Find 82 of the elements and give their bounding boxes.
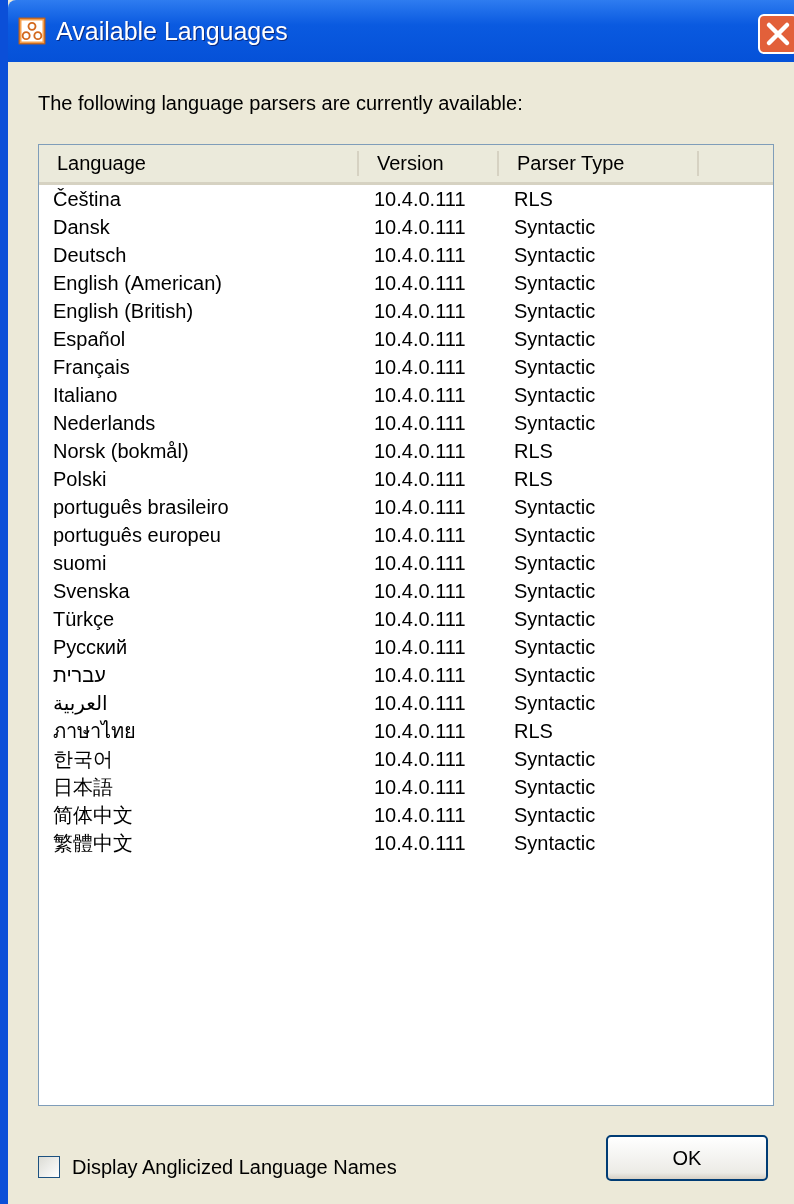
table-cell-text: Syntactic: [513, 383, 597, 407]
table-cell-text: Syntactic: [513, 327, 597, 351]
table-cell-text: 10.4.0.111: [373, 579, 467, 603]
table-cell-text: 10.4.0.111: [373, 299, 467, 323]
checkbox[interactable]: [38, 1156, 60, 1178]
table-cell-text: Norsk (bokmål): [52, 439, 190, 463]
table-cell-text: RLS: [513, 439, 554, 463]
table-cell-text: 10.4.0.111: [373, 383, 467, 407]
table-cell-text: 10.4.0.111: [373, 719, 467, 743]
table-cell-text: 10.4.0.111: [373, 747, 467, 771]
table-cell-text: Syntactic: [513, 691, 597, 715]
table-cell-text: suomi: [52, 551, 108, 575]
table-cell-text: Čeština: [52, 187, 122, 211]
table-cell-text: 10.4.0.111: [373, 803, 467, 827]
table-cell-text: Syntactic: [513, 831, 597, 855]
table-cell-text: 10.4.0.111: [373, 439, 467, 463]
table-cell-text: RLS: [513, 187, 554, 211]
table-cell-text: Syntactic: [513, 635, 597, 659]
table-cell-text: 10.4.0.111: [373, 271, 467, 295]
table-cell-text: 10.4.0.111: [373, 327, 467, 351]
table-cell-text: 日本語: [52, 774, 114, 800]
intro-text: The following language parsers are currently available:: [38, 92, 524, 116]
table-cell-text: Syntactic: [513, 523, 597, 547]
table-cell-text: Syntactic: [513, 411, 597, 435]
table-cell-text: Syntactic: [513, 775, 597, 799]
table-cell-text: Dansk: [52, 215, 111, 239]
table-cell-text: 10.4.0.111: [373, 187, 467, 211]
table-cell-text: 한국어: [52, 746, 114, 772]
table-cell-text: Syntactic: [513, 355, 597, 379]
checkbox-label[interactable]: Display Anglicized Language Names: [72, 1155, 397, 1179]
table-cell-text: Español: [52, 327, 127, 351]
table-cell-text: 10.4.0.111: [373, 635, 467, 659]
table-cell-text: العربية: [52, 691, 109, 715]
table-cell-text: Syntactic: [513, 243, 597, 267]
table-cell-text: English (British): [52, 299, 195, 323]
table-cell-text: Italiano: [52, 383, 119, 407]
table-cell-text: 10.4.0.111: [373, 411, 467, 435]
table-cell-text: Polski: [52, 467, 108, 491]
table-cell-text: 10.4.0.111: [373, 775, 467, 799]
table-cell-text: Syntactic: [513, 271, 597, 295]
app-icon: [18, 17, 46, 45]
table-cell-text: português europeu: [52, 523, 222, 547]
table-cell-text: ภาษาไทย: [52, 719, 137, 744]
table-cell-text: Syntactic: [513, 551, 597, 575]
column-header[interactable]: Language: [39, 151, 359, 176]
table-cell-text: português brasileiro: [52, 495, 230, 519]
table-cell-text: Svenska: [52, 579, 131, 603]
table-cell-text: Türkçe: [52, 607, 116, 631]
table-cell-text: Русский: [52, 635, 129, 659]
table-cell-text: 10.4.0.111: [373, 355, 467, 379]
table-cell-text: 10.4.0.111: [373, 523, 467, 547]
table-cell-text: 10.4.0.111: [373, 467, 467, 491]
table-cell-text: Nederlands: [52, 411, 157, 435]
table-cell-text: Syntactic: [513, 803, 597, 827]
column-header[interactable]: Parser Type: [499, 151, 699, 176]
table-cell-text: 简体中文: [52, 802, 134, 828]
table-cell-text: RLS: [513, 467, 554, 491]
table-cell-text: 10.4.0.111: [373, 691, 467, 715]
table-cell-text: Syntactic: [513, 607, 597, 631]
table-cell-text: Syntactic: [513, 663, 597, 687]
table-cell-text: 10.4.0.111: [373, 243, 467, 267]
table-cell-text: Syntactic: [513, 495, 597, 519]
table-cell-text: English (American): [52, 271, 223, 295]
column-header[interactable]: Version: [359, 151, 499, 176]
table-cell-text: 10.4.0.111: [373, 495, 467, 519]
table-cell-text: RLS: [513, 719, 554, 743]
table-cell-text: Syntactic: [513, 579, 597, 603]
close-icon[interactable]: [758, 14, 794, 54]
table-cell-text: Deutsch: [52, 243, 128, 267]
table-cell-text: Syntactic: [513, 299, 597, 323]
window-title: Available Languages: [56, 16, 288, 46]
table-cell-text: Syntactic: [513, 215, 597, 239]
table-cell-text: 10.4.0.111: [373, 831, 467, 855]
table-cell-text: עברית: [52, 663, 107, 687]
table-cell-text: 10.4.0.111: [373, 607, 467, 631]
table-cell-text: 10.4.0.111: [373, 215, 467, 239]
table-cell-text: Syntactic: [513, 747, 597, 771]
table-cell-text: 10.4.0.111: [373, 663, 467, 687]
table-cell-text: 繁體中文: [52, 830, 134, 856]
table-cell-text: 10.4.0.111: [373, 551, 467, 575]
ok-button[interactable]: OK: [606, 1135, 768, 1181]
table-cell-text: Français: [52, 355, 131, 379]
